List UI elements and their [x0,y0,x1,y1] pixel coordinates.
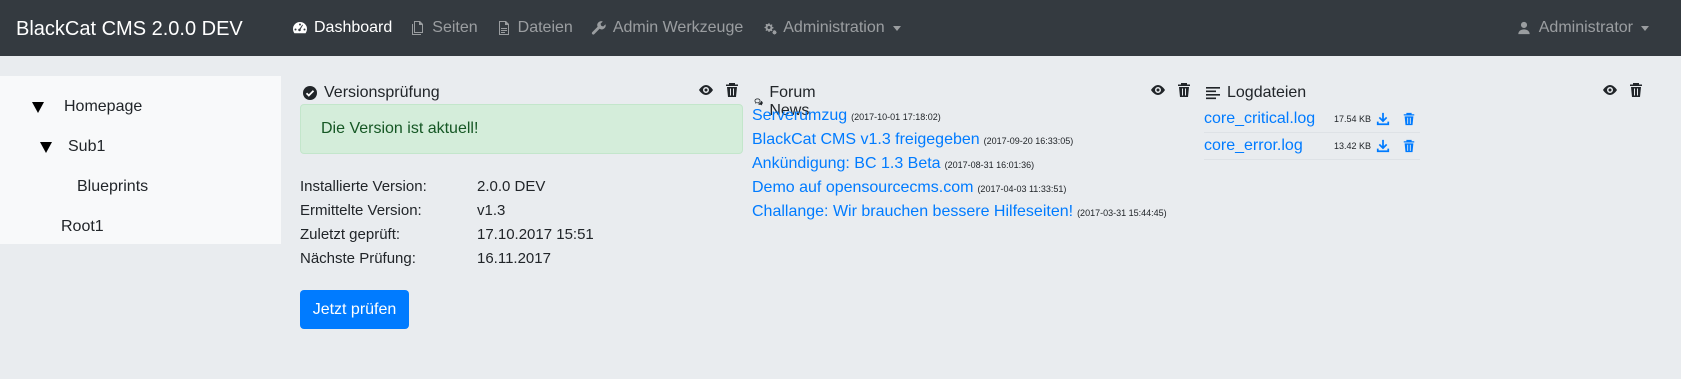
log-file-link[interactable]: core_critical.log [1204,110,1315,128]
version-info-table: Installierte Version: 2.0.0 DEV Ermittel… [300,174,594,270]
log-panel-title: Logdateien [1227,84,1307,101]
brand-title[interactable]: BlackCat CMS 2.0.0 DEV [16,17,243,41]
log-panel-actions [1592,82,1644,98]
version-panel-title: Versionsprüfung [324,84,440,101]
log-row: core_error.log 13.42 KB [1204,133,1420,160]
expand-toggle-icon[interactable] [40,141,52,153]
version-status-alert: Die Version ist aktuell! [300,104,743,154]
news-item: BlackCat CMS v1.3 freigegeben (2017-09-2… [752,131,1167,155]
info-value: 2.0.0 DEV [477,177,546,195]
top-navbar: BlackCat CMS 2.0.0 DEV Dashboard Seiten … [0,0,1681,56]
user-menu-label: Administrator [1538,19,1633,36]
check-circle-icon [303,86,317,100]
eye-icon[interactable] [1150,82,1166,98]
news-list: Serverumzug (2017-10-01 17:18:02) BlackC… [752,107,1167,227]
tree-item-label: Sub1 [68,138,106,155]
chevron-down-icon [892,25,901,31]
tree-item-label: Homepage [64,98,143,115]
nav-admin-werkzeuge[interactable]: Admin Werkzeuge [591,19,743,37]
news-link[interactable]: Serverumzug [752,107,847,125]
eye-icon[interactable] [698,82,714,98]
user-menu[interactable]: Administrator [1517,0,1649,56]
log-file-size: 13.42 KB [1334,141,1372,151]
info-label: Ermittelte Version: [300,201,422,219]
version-panel-header: Versionsprüfung [302,84,440,102]
eye-icon[interactable] [1602,82,1618,98]
info-value: v1.3 [477,201,506,219]
check-now-button[interactable]: Jetzt prüfen [300,290,409,329]
tree-item-blueprints[interactable]: Blueprints [77,178,148,196]
news-item: Demo auf opensourcecms.com (2017-04-03 1… [752,179,1167,203]
news-link[interactable]: BlackCat CMS v1.3 freigegeben [752,131,980,149]
file-icon [498,21,509,35]
tree-item-label: Blueprints [77,178,149,195]
wrench-icon [591,21,606,35]
trash-icon[interactable] [1176,82,1192,98]
news-date: (2017-04-03 11:33:51) [977,184,1067,194]
info-row: Installierte Version: 2.0.0 DEV [300,174,594,198]
info-label: Installierte Version: [300,177,427,195]
news-item: Serverumzug (2017-10-01 17:18:02) [752,107,1167,131]
nav-dateien-label: Dateien [517,19,573,36]
nav-dashboard[interactable]: Dashboard [292,19,392,37]
news-link[interactable]: Demo auf opensourcecms.com [752,179,973,197]
page-tree-sidebar: Homepage Sub1 Blueprints Root1 [0,76,281,244]
nav-dateien[interactable]: Dateien [496,19,573,37]
log-file-link[interactable]: core_error.log [1204,137,1303,155]
log-files-table: core_critical.log 17.54 KB core_error.lo… [1204,106,1420,160]
info-row: Zuletzt geprüft: 17.10.2017 15:51 [300,222,594,246]
info-value: 16.11.2017 [477,249,551,267]
download-icon[interactable] [1376,112,1390,126]
trash-icon[interactable] [1402,139,1416,153]
tree-item-root1[interactable]: Root1 [61,218,104,236]
news-date: (2017-08-31 16:01:36) [944,160,1035,170]
log-row: core_critical.log 17.54 KB [1204,106,1420,133]
trash-icon[interactable] [724,82,740,98]
news-date: (2017-10-01 17:18:02) [851,112,941,122]
news-link[interactable]: Challange: Wir brauchen bessere Hilfesei… [752,203,1073,221]
dashboard-icon [293,22,307,34]
expand-toggle-icon[interactable] [32,101,44,113]
log-file-size: 17.54 KB [1334,114,1372,124]
nav-administration[interactable]: Administration [761,19,901,37]
info-label: Zuletzt geprüft: [300,225,401,243]
download-icon[interactable] [1376,139,1390,153]
pages-icon [412,21,424,35]
news-panel-actions [1140,82,1192,98]
nav-admin-werkzeuge-label: Admin Werkzeuge [612,19,744,36]
info-label: Nächste Prüfung: [300,249,416,267]
news-date: (2017-09-20 16:33:05) [983,136,1074,146]
news-item: Challange: Wir brauchen bessere Hilfesei… [752,203,1167,227]
main-nav: Dashboard Seiten Dateien Admin Werkzeuge… [292,0,919,56]
info-row: Ermittelte Version: v1.3 [300,198,594,222]
log-panel-header: Logdateien [1205,84,1306,102]
user-icon [1518,21,1530,35]
nav-seiten-label: Seiten [432,19,478,36]
trash-icon[interactable] [1628,82,1644,98]
info-value: 17.10.2017 15:51 [477,225,594,243]
trash-icon[interactable] [1402,112,1416,126]
info-row: Nächste Prüfung: 16.11.2017 [300,246,594,270]
tree-item-label: Root1 [61,218,104,235]
tree-item-sub1[interactable]: Sub1 [40,138,105,156]
chevron-down-icon [1641,25,1649,31]
tree-item-homepage[interactable]: Homepage [32,98,142,116]
news-item: Ankündigung: BC 1.3 Beta (2017-08-31 16:… [752,155,1167,179]
nav-seiten[interactable]: Seiten [410,19,478,37]
nav-administration-label: Administration [783,19,885,36]
news-date: (2017-03-31 15:44:45) [1077,208,1167,218]
gears-icon [764,23,777,35]
version-panel-actions [688,82,740,98]
nav-dashboard-label: Dashboard [314,19,393,36]
news-link[interactable]: Ankündigung: BC 1.3 Beta [752,155,941,173]
align-left-icon [1206,87,1220,100]
